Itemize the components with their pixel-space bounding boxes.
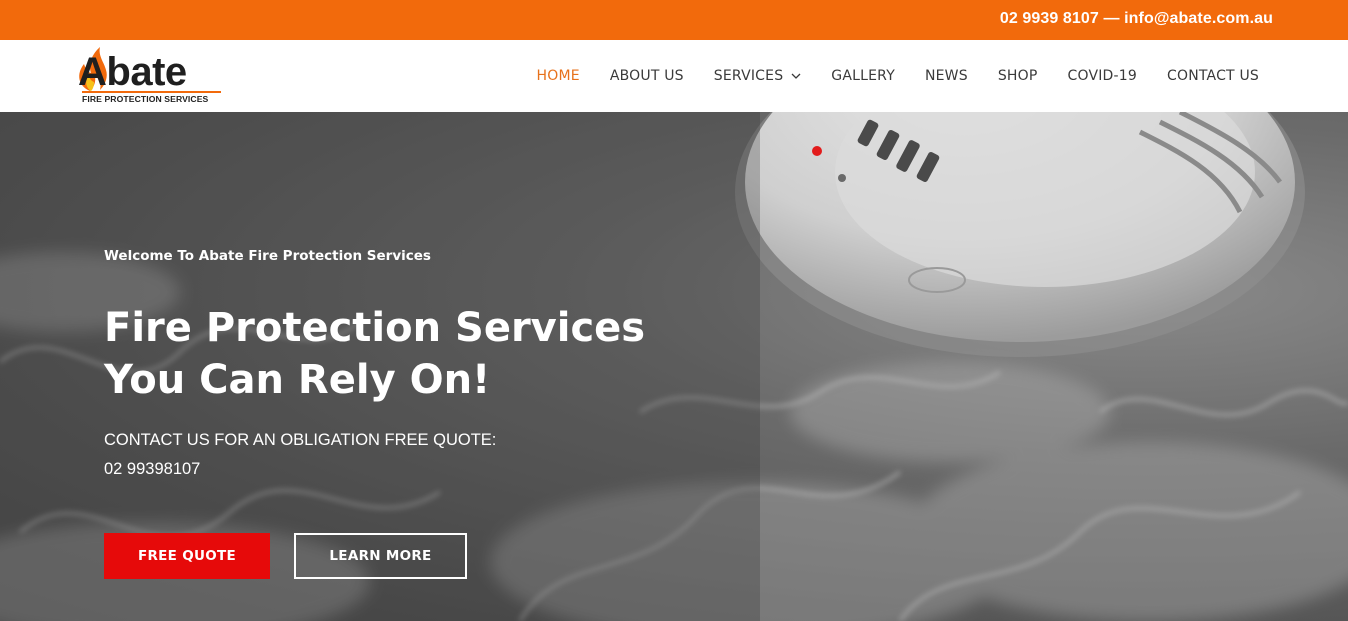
site-header: Abate FIRE PROTECTION SERVICES HOME ABOU… <box>0 40 1348 112</box>
hero-headline-line2: You Can Rely On! <box>104 357 491 403</box>
chevron-down-icon <box>791 73 801 79</box>
hero-headline: Fire Protection Services You Can Rely On… <box>104 302 645 406</box>
logo-underline <box>82 91 221 93</box>
nav-item-covid-19[interactable]: COVID-19 <box>1068 68 1138 84</box>
free-quote-button[interactable]: FREE QUOTE <box>104 533 270 579</box>
nav-item-shop[interactable]: SHOP <box>998 68 1038 84</box>
learn-more-button[interactable]: LEARN MORE <box>294 533 467 579</box>
nav-item-news[interactable]: NEWS <box>925 68 968 84</box>
hero-eyebrow: Welcome To Abate Fire Protection Service… <box>104 248 431 264</box>
hero-quote-prompt: CONTACT US FOR AN OBLIGATION FREE QUOTE: <box>104 431 497 449</box>
nav-item-home[interactable]: HOME <box>537 68 580 84</box>
hero-headline-line1: Fire Protection Services <box>104 305 646 351</box>
nav-item-about-us[interactable]: ABOUT US <box>610 68 684 84</box>
logo-wordmark: Abate <box>78 50 187 94</box>
top-contact-bar: 02 9939 8107 — info@abate.com.au <box>0 0 1348 40</box>
nav-item-services-label: SERVICES <box>713 68 784 84</box>
logo-tagline: FIRE PROTECTION SERVICES <box>82 94 209 104</box>
nav-item-services[interactable]: SERVICES <box>714 68 802 84</box>
topbar-contact-info[interactable]: 02 9939 8107 — info@abate.com.au <box>1000 10 1273 28</box>
hero-section: Welcome To Abate Fire Protection Service… <box>0 112 1348 621</box>
site-logo[interactable]: Abate FIRE PROTECTION SERVICES <box>74 44 226 104</box>
smoke-detector-image <box>735 112 1305 357</box>
hero-phone-number[interactable]: 02 99398107 <box>104 460 200 479</box>
main-nav: HOME ABOUT US SERVICES GALLERY NEWS SHOP… <box>537 40 1259 112</box>
nav-item-gallery[interactable]: GALLERY <box>831 68 895 84</box>
nav-item-contact-us[interactable]: CONTACT US <box>1167 68 1259 84</box>
